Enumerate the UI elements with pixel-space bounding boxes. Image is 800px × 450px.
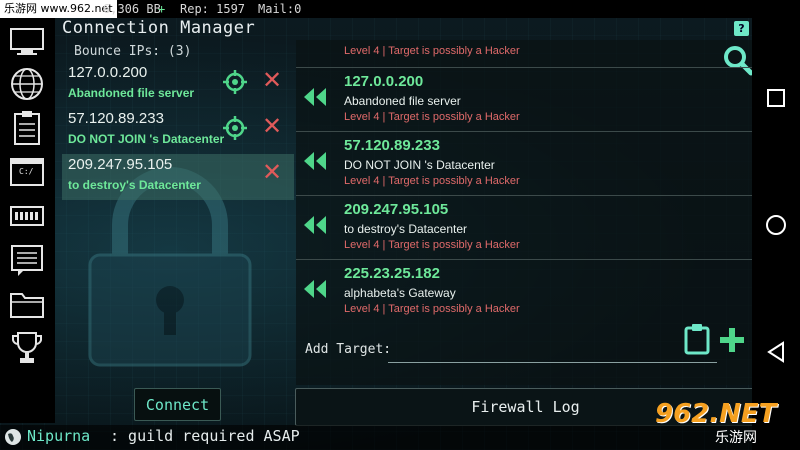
sidebar-item-notes[interactable] [6, 108, 48, 148]
watermark-logo-subtext: 乐游网 [715, 430, 757, 446]
watermark-logo: 962.NET 乐游网 [655, 399, 795, 447]
balance-trend: + [158, 2, 166, 16]
clipboard-list-icon [14, 111, 40, 145]
bounce-ips-label: Bounce IPs: (3) [74, 44, 192, 59]
connection-item[interactable]: 225.23.25.182 alphabeta's Gateway Level … [296, 259, 756, 323]
sidebar: C:/ [0, 18, 55, 423]
connection-item[interactable]: 209.247.95.105 to destroy's Datacenter L… [296, 195, 756, 259]
bounce-ip: 57.120.89.233 [68, 110, 164, 127]
sidebar-item-terminal[interactable]: C:/ [6, 152, 48, 192]
crosshair-icon[interactable] [223, 70, 247, 94]
watermark-label: 乐游网 www.962.net [0, 0, 117, 18]
sidebar-item-globe[interactable] [6, 64, 48, 104]
trophy-icon [12, 332, 42, 363]
connection-item[interactable]: 57.120.89.233 DO NOT JOIN 's Datacenter … [296, 131, 756, 195]
remove-icon[interactable]: ✕ [262, 114, 282, 138]
bounce-list-item[interactable]: 127.0.0.200 Abandoned file server ✕ [62, 62, 294, 108]
sidebar-item-trophy[interactable] [6, 328, 48, 368]
watermark-logo-text: 962.NET [655, 399, 777, 429]
chat-message: : guild required ASAP [110, 427, 300, 445]
connection-level: Level 4 | Target is possibly a Hacker [344, 111, 520, 123]
crosshair-icon[interactable] [223, 116, 247, 140]
connection-ip: 209.247.95.105 [344, 201, 449, 218]
add-target-label: Add Target: [305, 342, 392, 357]
bounce-name: Abandoned file server [68, 86, 195, 100]
add-target-plus-icon[interactable] [718, 326, 746, 354]
connect-button[interactable]: Connect [134, 388, 221, 421]
connection-item[interactable]: 127.0.0.200 Abandoned file server Level … [296, 67, 756, 131]
connection-level: Level 4 | Target is possibly a Hacker [344, 239, 520, 251]
remove-icon[interactable]: ✕ [262, 160, 282, 184]
folder-icon [10, 293, 44, 318]
double-chevron-left-icon[interactable] [302, 214, 330, 236]
globe-avatar-icon [5, 429, 21, 445]
bounce-ip: 127.0.0.200 [68, 64, 148, 81]
connection-name: to destroy's Datacenter [344, 222, 468, 236]
sidebar-item-files[interactable] [6, 284, 48, 324]
connection-name: DO NOT JOIN 's Datacenter [344, 158, 495, 172]
home-icon[interactable] [764, 213, 788, 237]
system-nav-bar [752, 0, 800, 450]
remove-icon[interactable]: ✕ [262, 68, 282, 92]
globe-icon [11, 68, 43, 100]
help-icon[interactable]: ? [734, 21, 749, 36]
chat-ticker[interactable]: Nipurna : guild required ASAP [0, 425, 752, 450]
bounce-list-item-selected[interactable]: 209.247.95.105 to destroy's Datacenter ✕ [62, 154, 294, 200]
double-chevron-left-icon[interactable] [302, 150, 330, 172]
page-title: Connection Manager [62, 18, 256, 38]
double-chevron-left-icon[interactable] [302, 86, 330, 108]
connection-name: alphabeta's Gateway [344, 286, 456, 300]
bounce-name: to destroy's Datacenter [68, 178, 201, 192]
recent-apps-icon[interactable] [764, 86, 788, 110]
rep-label: Rep: 1597 [180, 2, 246, 16]
paste-clipboard-icon[interactable] [683, 323, 711, 355]
connection-ip: 57.120.89.233 [344, 137, 440, 154]
sidebar-item-hardware[interactable] [6, 196, 48, 236]
connection-ip: 127.0.0.200 [344, 73, 424, 90]
chat-log-icon [11, 245, 43, 276]
status-bar: 乐游网 www.962.net 6,306 BB + Rep: 1597 Mai… [0, 0, 752, 18]
bounce-list-item[interactable]: 57.120.89.233 DO NOT JOIN 's Datacenter … [62, 108, 294, 154]
bounce-name: DO NOT JOIN 's Datacenter [68, 132, 225, 146]
balance-label: 6,306 BB [103, 2, 161, 16]
connection-level: Level 4 | Target is possibly a Hacker [344, 175, 520, 187]
connection-level: Level 4 | Target is possibly a Hacker [344, 303, 520, 315]
chat-username: Nipurna [27, 427, 91, 445]
sidebar-item-monitor[interactable] [6, 22, 48, 62]
back-icon[interactable] [764, 340, 788, 364]
bounce-ip: 209.247.95.105 [68, 156, 173, 173]
connection-name: Abandoned file server [344, 94, 461, 108]
hardware-icon [10, 206, 44, 226]
terminal-label: C:/ [19, 167, 34, 176]
mail-label[interactable]: Mail:0 [258, 0, 301, 18]
double-chevron-left-icon[interactable] [302, 278, 330, 300]
add-target-input[interactable] [388, 340, 717, 363]
connection-ip: 225.23.25.182 [344, 265, 440, 282]
sidebar-item-chat[interactable] [6, 240, 48, 280]
partial-level-text: Level 4 | Target is possibly a Hacker [344, 45, 520, 57]
monitor-icon [10, 28, 44, 55]
